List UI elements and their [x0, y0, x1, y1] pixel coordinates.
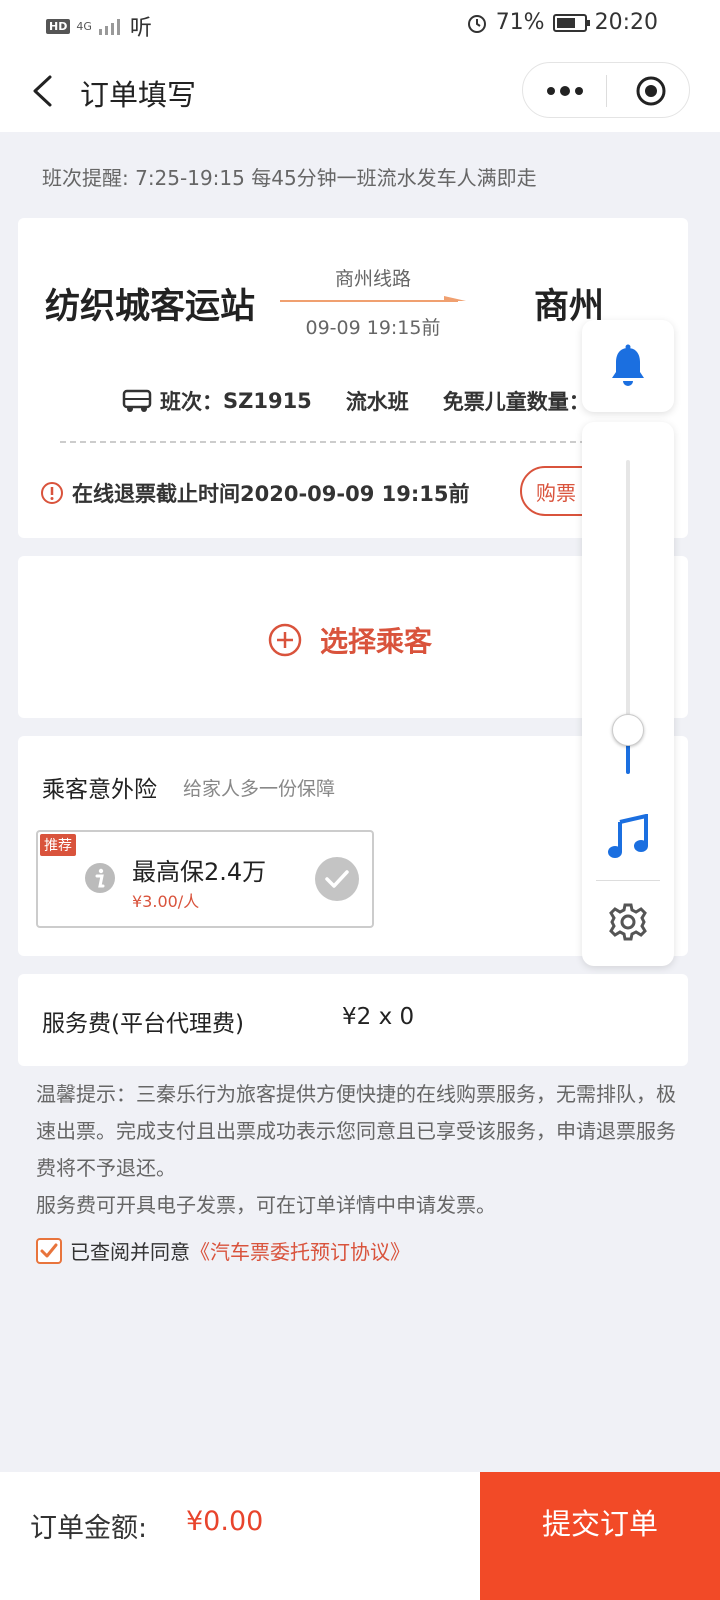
- refund-deadline-text: 在线退票截止时间2020-09-09 19:15前: [72, 482, 470, 506]
- recommend-badge: 推荐: [40, 834, 76, 856]
- insurance-subtitle: 给家人多一份保障: [183, 778, 336, 800]
- alarm-icon: [467, 14, 486, 33]
- battery-icon: [552, 13, 590, 32]
- route-arrow-icon: [280, 296, 466, 302]
- service-fee-value: ¥2 x 0: [342, 1004, 415, 1030]
- info-icon[interactable]: [84, 862, 116, 894]
- trip-type: 流水班: [345, 390, 409, 414]
- nav-bar: 订单填写: [0, 48, 720, 132]
- invoice-text: 服务费可开具电子发票，可在订单详情中申请发票。: [36, 1193, 496, 1217]
- trip-code: SZ1915: [223, 389, 312, 413]
- check-circle-icon[interactable]: [314, 856, 360, 902]
- status-bar: HD 4G 听 71% 20:20: [0, 0, 720, 48]
- agreement-link[interactable]: 《汽车票委托预订协议》: [190, 1236, 410, 1265]
- order-total-value: ¥0.00: [186, 1506, 264, 1537]
- submit-order-button[interactable]: 提交订单: [480, 1472, 720, 1600]
- bell-icon[interactable]: [608, 344, 648, 388]
- plus-circle-icon: [268, 623, 302, 657]
- volume-slider-thumb[interactable]: [612, 714, 644, 747]
- service-fee-card: 服务费(平台代理费) ¥2 x 0: [18, 974, 688, 1066]
- child-label: 免票儿童数量：: [442, 390, 590, 414]
- departure-time: 09-09 19:15前: [305, 317, 441, 339]
- select-passenger-button[interactable]: 选择乘客: [268, 620, 432, 660]
- back-arrow-icon[interactable]: [30, 74, 54, 108]
- warm-notice: 温馨提示：三秦乐行为旅客提供方便快捷的在线购票服务，无需排队，极速出票。完成支付…: [36, 1076, 676, 1224]
- trip-prefix: 班次：: [160, 390, 223, 414]
- refund-deadline: 在线退票截止时间2020-09-09 19:15前: [40, 478, 469, 508]
- checkbox-checked-icon[interactable]: [36, 1237, 62, 1264]
- clock: 20:20: [594, 10, 658, 35]
- notification-panel: [582, 320, 674, 412]
- bottom-bar: 订单金额: ¥0.00 提交订单: [0, 1472, 720, 1600]
- bus-icon: [122, 389, 152, 412]
- panel-divider: [596, 880, 660, 881]
- mini-program-capsule: [522, 62, 690, 118]
- listen-label: 听: [129, 16, 152, 41]
- dashed-divider: [60, 441, 646, 443]
- select-passenger-label: 选择乘客: [320, 625, 433, 658]
- close-target-icon[interactable]: [635, 75, 667, 107]
- schedule-reminder: 班次提醒: 7:25-19:15 每45分钟一班流水发车人满即走: [42, 166, 537, 190]
- battery-percent: 71%: [495, 10, 545, 35]
- order-total-label: 订单金额:: [30, 1513, 148, 1544]
- capsule-divider: [606, 75, 607, 107]
- insurance-option[interactable]: 推荐 最高保2.4万 ¥3.00/人: [36, 830, 374, 928]
- departure-station: 纺织城客运站: [45, 287, 256, 327]
- music-note-icon[interactable]: [606, 814, 650, 860]
- route-info: 商州线路 09-09 19:15前: [280, 264, 466, 340]
- warning-icon: [41, 482, 63, 504]
- hd-badge: HD: [46, 18, 71, 34]
- agreement-prefix: 已查阅并同意: [70, 1240, 190, 1264]
- page-title: 订单填写: [80, 78, 197, 112]
- volume-panel: [582, 422, 674, 966]
- service-fee-label: 服务费(平台代理费): [42, 1011, 244, 1037]
- notice-text: 温馨提示：三秦乐行为旅客提供方便快捷的在线购票服务，无需排队，极速出票。完成支付…: [36, 1082, 676, 1180]
- insurance-title: 乘客意外险: [42, 777, 157, 803]
- insurance-amount: 最高保2.4万: [132, 858, 267, 886]
- insurance-price: ¥3.00/人: [132, 892, 200, 911]
- network-type: 4G: [76, 19, 92, 33]
- route-name: 商州线路: [334, 268, 411, 290]
- gear-icon[interactable]: [608, 902, 648, 942]
- trip-info: 班次： SZ1915 流水班 免票儿童数量： 3: [122, 386, 604, 416]
- signal-icon: [98, 19, 120, 35]
- more-dots-icon[interactable]: [545, 85, 585, 97]
- agreement-row: 已查阅并同意 《汽车票委托预订协议》: [36, 1236, 410, 1265]
